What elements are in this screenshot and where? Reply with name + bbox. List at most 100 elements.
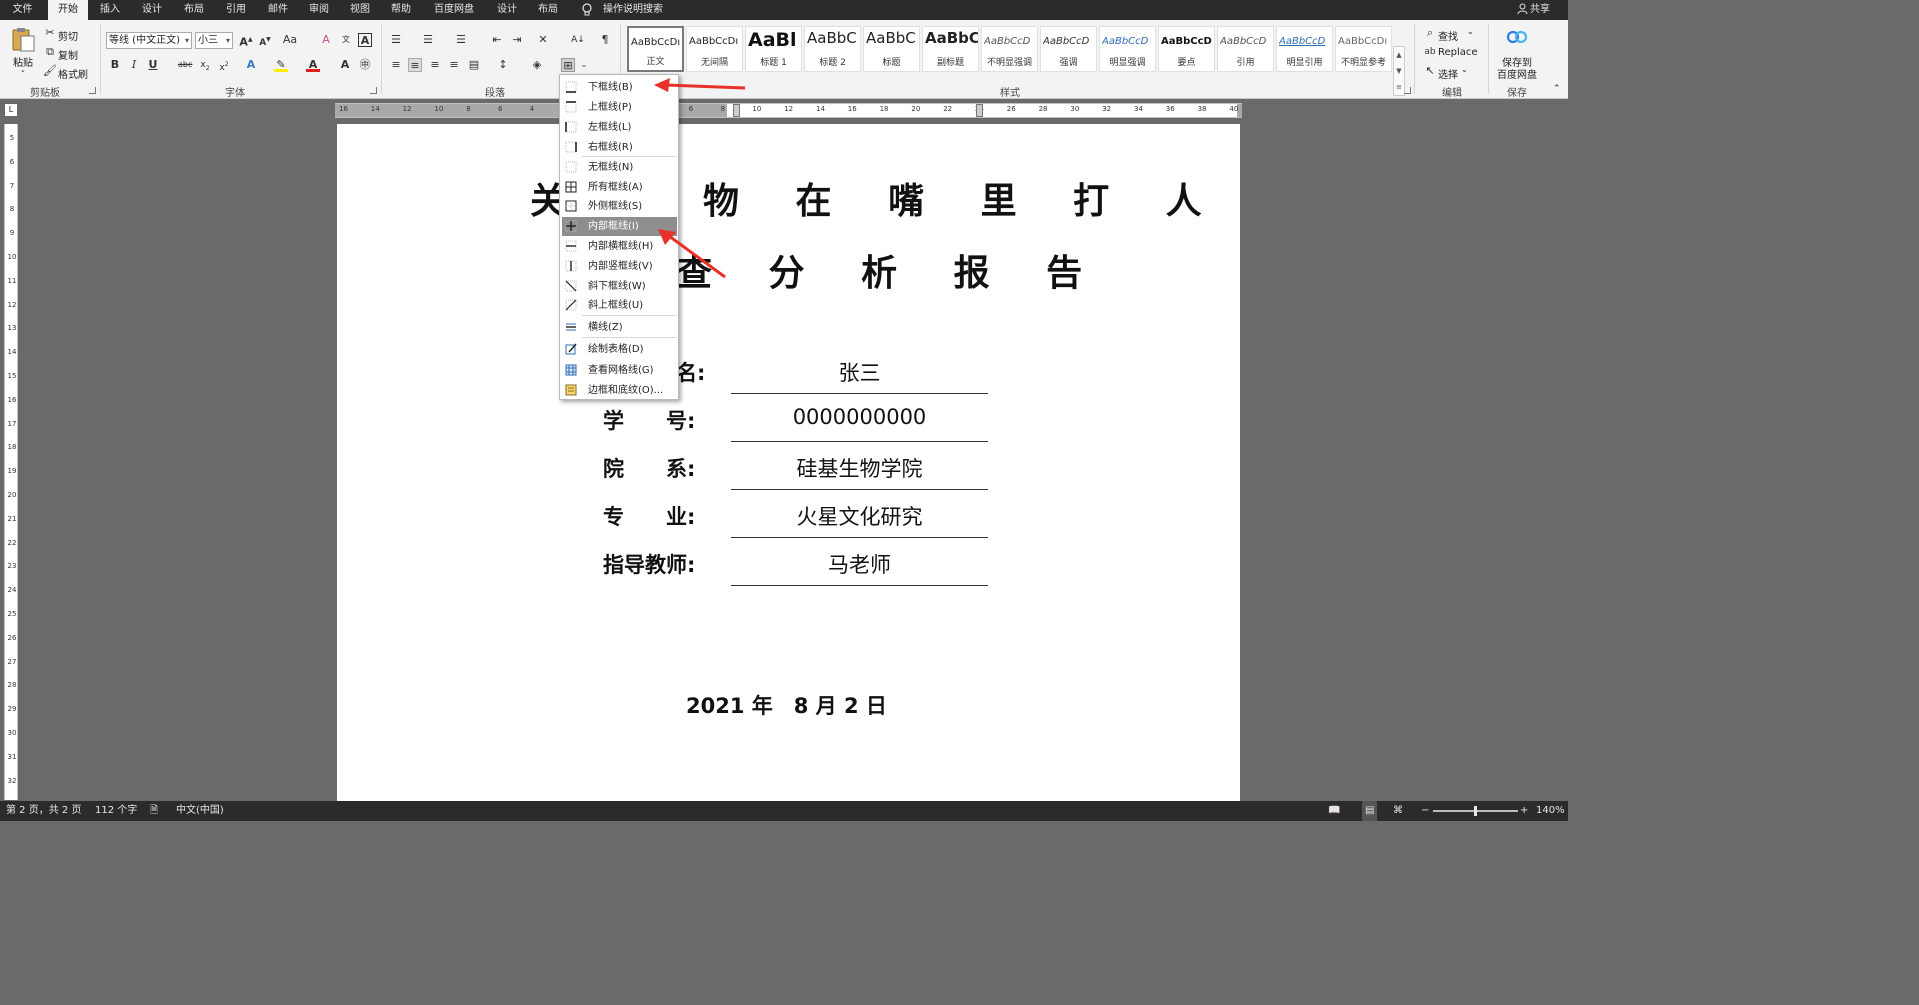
share-button[interactable]: 共享: [1517, 0, 1550, 20]
border-menu-item[interactable]: 外侧框线(S): [562, 197, 677, 216]
style-tile[interactable]: AaBbCcD 明显强调: [1099, 26, 1156, 72]
phonetic-guide-icon[interactable]: 文: [339, 33, 353, 47]
border-menu-item[interactable]: 下框线(B): [562, 78, 677, 97]
align-left-icon[interactable]: ≡: [389, 58, 403, 72]
select-button[interactable]: ↖ 选择 ⌄: [1423, 64, 1483, 81]
tab-references[interactable]: 引用: [216, 0, 256, 20]
cut-button[interactable]: ✂ 剪切: [43, 26, 93, 43]
tab-table-layout[interactable]: 布局: [528, 0, 568, 20]
zoom-slider[interactable]: [1433, 806, 1518, 816]
bold-icon[interactable]: B: [108, 58, 122, 72]
border-menu-item[interactable]: 横线(Z): [562, 318, 677, 337]
border-menu-item[interactable]: 斜上框线(U): [562, 296, 677, 315]
border-menu-item[interactable]: 内部横框线(H): [562, 237, 677, 256]
border-menu-item[interactable]: 内部竖框线(V): [562, 257, 677, 276]
zoom-slider-thumb[interactable]: [1474, 806, 1477, 816]
line-spacing-icon[interactable]: ↕: [496, 58, 510, 72]
border-menu-item[interactable]: 斜下框线(W): [562, 277, 677, 296]
style-tile[interactable]: AaBbC 标题: [863, 26, 920, 72]
tab-design[interactable]: 设计: [132, 0, 172, 20]
tab-baidu-netdisk[interactable]: 百度网盘: [424, 0, 484, 20]
tab-home[interactable]: 开始: [48, 0, 88, 20]
chevron-down-icon[interactable]: ⌄: [577, 58, 591, 72]
italic-icon[interactable]: I: [127, 58, 141, 72]
align-center-icon[interactable]: ≡: [408, 58, 422, 72]
style-tile[interactable]: AaBbCcDı 正文: [627, 26, 684, 72]
read-mode-icon[interactable]: 📖: [1328, 801, 1340, 821]
bullets-icon[interactable]: ☰: [389, 33, 403, 47]
clipboard-launcher-icon[interactable]: [89, 87, 96, 94]
font-color-icon[interactable]: A: [306, 58, 320, 72]
border-menu-item[interactable]: 查看网格线(G): [562, 361, 677, 380]
style-tile[interactable]: AaBbC 副标题: [922, 26, 979, 72]
increase-indent-icon[interactable]: ⇥: [510, 33, 524, 47]
border-menu-item[interactable]: 左框线(L): [562, 118, 677, 137]
font-launcher-icon[interactable]: [370, 87, 377, 94]
style-tile[interactable]: AaBbCcD 要点: [1158, 26, 1215, 72]
style-tile[interactable]: AaBbC 标题 2: [804, 26, 861, 72]
print-layout-icon[interactable]: ▤: [1362, 801, 1378, 821]
text-effects-icon[interactable]: A: [244, 58, 258, 72]
tab-review[interactable]: 审阅: [299, 0, 339, 20]
character-border-icon[interactable]: A: [358, 33, 372, 47]
tab-file[interactable]: 文件: [0, 0, 45, 20]
style-tile[interactable]: AaBl 标题 1: [745, 26, 802, 72]
subscript-icon[interactable]: x2: [198, 58, 212, 72]
border-menu-item[interactable]: 右框线(R): [562, 138, 677, 157]
zoom-in-icon[interactable]: +: [1520, 801, 1528, 821]
style-tile[interactable]: AaBbCcD 引用: [1217, 26, 1274, 72]
copy-button[interactable]: ⧉ 复制: [43, 45, 93, 62]
superscript-icon[interactable]: x2: [217, 58, 231, 73]
tab-view[interactable]: 视图: [340, 0, 380, 20]
distributed-icon[interactable]: ▤: [467, 58, 481, 72]
vertical-ruler[interactable]: 5 6 7 8 9 10 11 12 13 14 15 16 17 18 19 20 21 22 23 24 25 26 2…: [4, 124, 18, 800]
change-case-button[interactable]: Aa: [281, 33, 299, 47]
find-button[interactable]: ⌕ 查找 ⌄: [1423, 26, 1483, 43]
style-tile[interactable]: AaBbCcDı 无间隔: [686, 26, 743, 72]
indent-marker-icon[interactable]: [733, 104, 740, 117]
enclose-characters-icon[interactable]: ㊥: [358, 58, 372, 72]
strikethrough-icon[interactable]: abc: [178, 58, 192, 72]
border-menu-item[interactable]: 所有框线(A): [562, 178, 677, 197]
collapse-ribbon-icon[interactable]: ⌃: [1553, 84, 1561, 94]
zoom-out-icon[interactable]: −: [1421, 801, 1429, 821]
paste-button[interactable]: 粘贴 ⌄: [8, 26, 38, 78]
align-right-icon[interactable]: ≡: [428, 58, 442, 72]
sort-icon[interactable]: A↓: [571, 33, 585, 47]
tab-table-design[interactable]: 设计: [488, 0, 526, 20]
tab-mailings[interactable]: 邮件: [258, 0, 298, 20]
proofing-icon[interactable]: 🗎: [150, 801, 158, 821]
tab-selector[interactable]: L: [5, 104, 17, 116]
underline-icon[interactable]: U: [146, 58, 160, 72]
tab-help[interactable]: 帮助: [381, 0, 421, 20]
web-layout-icon[interactable]: ⌘: [1393, 801, 1403, 821]
decrease-indent-icon[interactable]: ⇤: [490, 33, 504, 47]
border-menu-item[interactable]: 边框和底纹(O)...: [562, 381, 677, 400]
tab-insert[interactable]: 插入: [90, 0, 130, 20]
styles-launcher-icon[interactable]: [1404, 87, 1411, 94]
save-to-baidu-button[interactable]: 保存到 百度网盘: [1492, 26, 1542, 81]
char-shading-icon[interactable]: A: [338, 58, 352, 72]
tab-layout[interactable]: 布局: [174, 0, 214, 20]
document-page[interactable]: 关 物 在 嘴 里 打 人 查 分 析 报 告 名: 张三 学 号: 00000…: [337, 124, 1240, 801]
replace-button[interactable]: ab Replace: [1423, 45, 1483, 61]
justify-icon[interactable]: ≡: [447, 58, 461, 72]
style-tile[interactable]: AaBbCcD 不明显强调: [981, 26, 1038, 72]
style-tile[interactable]: AaBbCcD 明显引用: [1276, 26, 1333, 72]
border-menu-item[interactable]: 上框线(P): [562, 98, 677, 117]
border-menu-item[interactable]: 绘制表格(D): [562, 340, 677, 359]
border-menu-item[interactable]: 无框线(N): [562, 158, 677, 177]
right-indent-marker-icon[interactable]: [976, 104, 983, 117]
shrink-font-icon[interactable]: A▼: [258, 33, 272, 48]
highlight-color-icon[interactable]: ✎: [274, 58, 288, 72]
font-size-combo[interactable]: 小三 ▾: [195, 32, 233, 49]
clear-formatting-icon[interactable]: A: [319, 33, 333, 47]
language-indicator[interactable]: 中文(中国): [176, 801, 224, 821]
style-tile[interactable]: AaBbCcD 强调: [1040, 26, 1097, 72]
show-formatting-icon[interactable]: ¶: [598, 33, 612, 47]
tell-me-search[interactable]: 操作说明搜索: [603, 0, 663, 20]
multilevel-list-icon[interactable]: ☰: [454, 33, 468, 47]
horizontal-ruler[interactable]: 1614121086422468101214161820222426283032…: [335, 103, 1242, 118]
chinese-layout-icon[interactable]: ✕: [536, 33, 550, 47]
borders-button-icon[interactable]: ⊞: [561, 58, 575, 72]
